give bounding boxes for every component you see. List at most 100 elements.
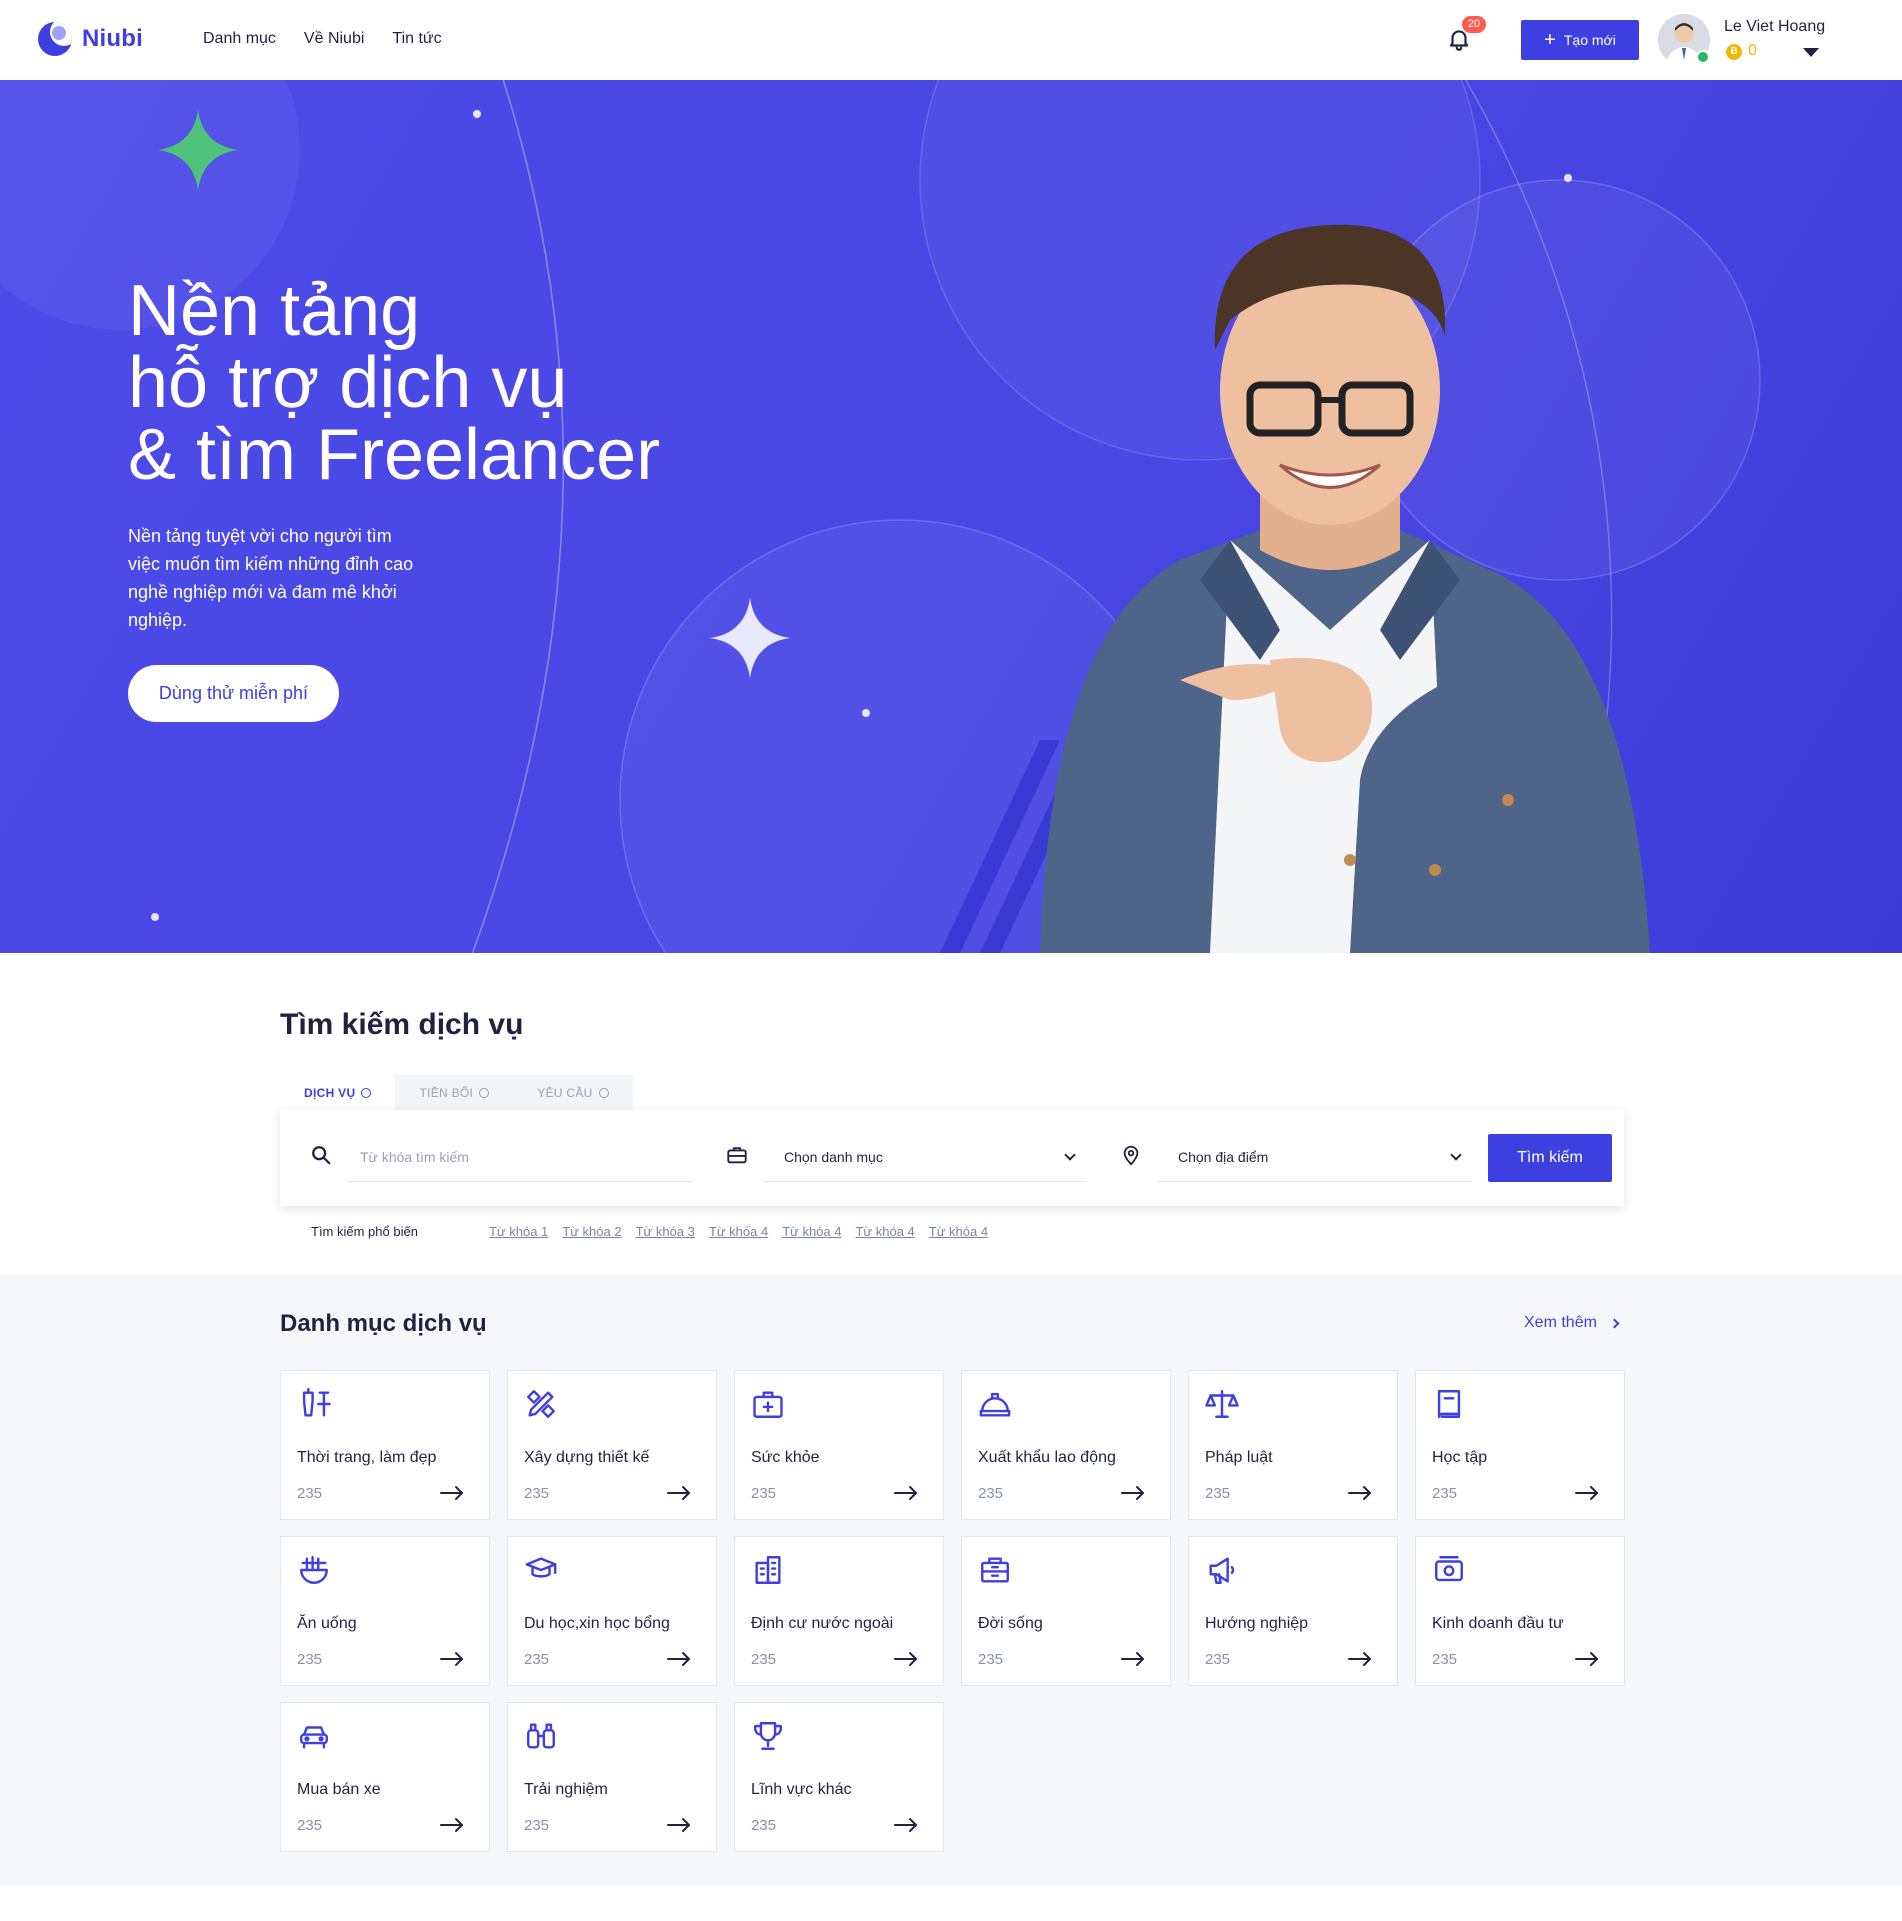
category-count: 235: [1205, 1485, 1231, 1502]
user-menu-caret-icon[interactable]: [1803, 48, 1819, 57]
category-select-value: Chọn danh mục: [784, 1148, 883, 1165]
binoculars-icon: [527, 1723, 555, 1749]
user-name: Le Viet Hoang: [1724, 18, 1826, 35]
category-label: Pháp luật: [1205, 1449, 1273, 1466]
category-card[interactable]: Thời trang, làm đẹp 235: [280, 1370, 490, 1520]
free-trial-button[interactable]: Dùng thử miễn phí: [128, 665, 339, 722]
tab-services-label: DỊCH VỤ: [304, 1086, 356, 1100]
arrow-right-icon[interactable]: [1574, 1485, 1600, 1501]
tab-requests-label: YÊU CẦU: [537, 1086, 593, 1100]
hero-description: Nền tảng tuyệt vời cho người tìm việc mu…: [128, 526, 414, 630]
tab-services[interactable]: DỊCH VỤ: [280, 1075, 396, 1111]
create-new-button[interactable]: + Tạo mới: [1521, 20, 1639, 60]
hero-banner: Nền tảng hỗ trợ dịch vụ & tìm Freelancer…: [0, 80, 1902, 953]
category-count: 235: [751, 1817, 777, 1834]
hero-title-line: & tìm Freelancer: [128, 415, 661, 495]
category-count: 235: [297, 1651, 323, 1668]
car-icon: [300, 1726, 328, 1749]
info-icon: [598, 1088, 609, 1098]
arrow-right-icon[interactable]: [666, 1485, 692, 1501]
arrow-right-icon[interactable]: [893, 1817, 919, 1833]
popular-keyword-link[interactable]: Từ khóa 3: [636, 1224, 695, 1239]
keyword-search-input[interactable]: Từ khóa tìm kiếm: [348, 1132, 692, 1182]
arrow-right-icon[interactable]: [1120, 1485, 1146, 1501]
coin-count: 0: [1748, 42, 1757, 59]
category-card[interactable]: Ăn uống 235: [280, 1536, 490, 1686]
category-label: Xây dựng thiết kế: [524, 1449, 650, 1466]
category-card[interactable]: Kinh doanh đầu tư 235: [1415, 1536, 1625, 1686]
category-label: Trải nghiệm: [524, 1781, 608, 1798]
popular-keyword-link[interactable]: Từ khóa 2: [562, 1224, 621, 1239]
arrow-right-icon[interactable]: [893, 1485, 919, 1501]
category-card[interactable]: Xây dựng thiết kế 235: [507, 1370, 717, 1520]
chevron-down-icon: [1064, 1148, 1076, 1161]
arrow-right-icon[interactable]: [439, 1817, 465, 1833]
location-select[interactable]: Chọn địa điểm: [1158, 1132, 1472, 1182]
category-card[interactable]: Định cư nước ngoài 235: [734, 1536, 944, 1686]
category-count: 235: [524, 1651, 550, 1668]
arrow-right-icon[interactable]: [1574, 1651, 1600, 1667]
category-card[interactable]: Sức khỏe 235: [734, 1370, 944, 1520]
category-label: Định cư nước ngoài: [751, 1615, 894, 1632]
category-label: Hướng nghiệp: [1205, 1615, 1309, 1632]
category-card[interactable]: Pháp luật 235: [1188, 1370, 1398, 1520]
graduation-cap-icon: [525, 1557, 557, 1578]
cabinet-icon: [981, 1557, 1009, 1583]
main-nav: Danh mục Về Niubi Tin tức: [203, 30, 442, 48]
category-label: Học tập: [1432, 1449, 1488, 1466]
tab-mentors[interactable]: TIỀN BỐI: [395, 1075, 514, 1111]
online-status-icon: [1696, 50, 1710, 64]
category-label: Thời trang, làm đẹp: [297, 1449, 437, 1466]
category-count: 235: [978, 1651, 1004, 1668]
category-card[interactable]: Mua bán xe 235: [280, 1702, 490, 1852]
create-new-label: Tạo mới: [1563, 32, 1616, 48]
popular-keyword-link[interactable]: Từ khóa 4: [929, 1224, 988, 1239]
category-card[interactable]: Lĩnh vực khác 235: [734, 1702, 944, 1852]
category-card[interactable]: Du học,xin học bổng 235: [507, 1536, 717, 1686]
logo[interactable]: Niubi: [38, 22, 143, 56]
category-label: Kinh doanh đầu tư: [1432, 1615, 1564, 1632]
popular-keyword-link[interactable]: Từ khóa 1: [489, 1224, 548, 1239]
category-count: 235: [297, 1817, 323, 1834]
notification-badge: 20: [1462, 16, 1486, 33]
coin-icon: B: [1726, 44, 1742, 60]
see-more-link[interactable]: Xem thêm: [1524, 1314, 1620, 1332]
tab-requests[interactable]: YÊU CẦU: [513, 1075, 633, 1111]
category-count: 235: [1432, 1485, 1458, 1502]
category-card[interactable]: Trải nghiệm 235: [507, 1702, 717, 1852]
popular-keyword-link[interactable]: Từ khóa 4: [782, 1224, 841, 1239]
arrow-right-icon[interactable]: [666, 1651, 692, 1667]
hero-title-line: hỗ trợ dịch vụ: [128, 343, 568, 423]
info-icon: [361, 1088, 372, 1098]
arrow-right-icon[interactable]: [1120, 1651, 1146, 1667]
search-button[interactable]: Tìm kiếm: [1488, 1134, 1612, 1182]
arrow-right-icon[interactable]: [666, 1817, 692, 1833]
location-pin-icon: [1123, 1145, 1139, 1166]
category-label: Sức khỏe: [751, 1449, 820, 1466]
arrow-right-icon[interactable]: [1347, 1485, 1373, 1501]
popular-keyword-link[interactable]: Từ khóa 4: [855, 1224, 914, 1239]
popular-keyword-link[interactable]: Từ khóa 4: [709, 1224, 768, 1239]
category-label: Mua bán xe: [297, 1781, 381, 1798]
category-count: 235: [751, 1485, 777, 1502]
top-header: Niubi Danh mục Về Niubi Tin tức 20 + Tạo…: [0, 0, 1902, 80]
category-select[interactable]: Chọn danh mục: [764, 1132, 1086, 1182]
buildings-icon: [755, 1556, 781, 1584]
category-card[interactable]: Xuất khẩu lao động 235: [961, 1370, 1171, 1520]
category-card[interactable]: Hướng nghiệp 235: [1188, 1536, 1398, 1686]
nav-item-news[interactable]: Tin tức: [392, 30, 441, 48]
arrow-right-icon[interactable]: [1347, 1651, 1373, 1667]
arrow-right-icon[interactable]: [893, 1651, 919, 1667]
category-count: 235: [751, 1651, 777, 1668]
plus-icon: +: [1544, 29, 1556, 51]
category-label: Ăn uống: [297, 1615, 357, 1632]
category-card[interactable]: Đời sống 235: [961, 1536, 1171, 1686]
category-card[interactable]: Học tập 235: [1415, 1370, 1625, 1520]
nav-item-about[interactable]: Về Niubi: [304, 30, 364, 48]
arrow-right-icon[interactable]: [439, 1485, 465, 1501]
hero-title: Nền tảng hỗ trợ dịch vụ & tìm Freelancer: [128, 275, 660, 491]
nav-item-categories[interactable]: Danh mục: [203, 30, 276, 48]
briefcase-icon: [727, 1147, 747, 1164]
popular-keywords: Từ khóa 1 Từ khóa 2 Từ khóa 3 Từ khóa 4 …: [489, 1224, 988, 1239]
arrow-right-icon[interactable]: [439, 1651, 465, 1667]
